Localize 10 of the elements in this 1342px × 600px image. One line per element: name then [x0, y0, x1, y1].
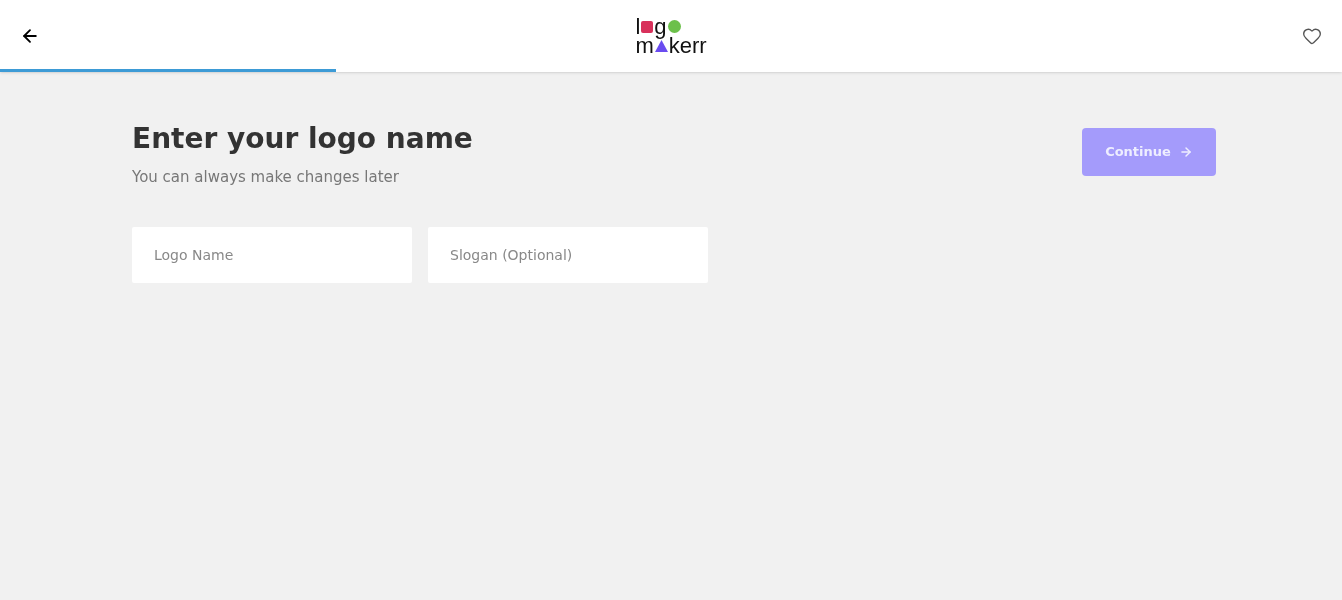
triangle-icon [654, 39, 668, 52]
text-input-field[interactable]: Slogan (Optional) [428, 226, 708, 283]
text-input-field[interactable]: Logo Name [132, 226, 412, 283]
page-subheading: You can always make changes later [132, 167, 400, 188]
logo-text: kerr [668, 36, 707, 55]
square-icon [641, 20, 654, 33]
page-heading: Enter your logo name [132, 121, 474, 157]
arrow-right-icon [1178, 145, 1193, 159]
logo-text: l [635, 17, 641, 36]
logo-text: m [635, 36, 654, 55]
